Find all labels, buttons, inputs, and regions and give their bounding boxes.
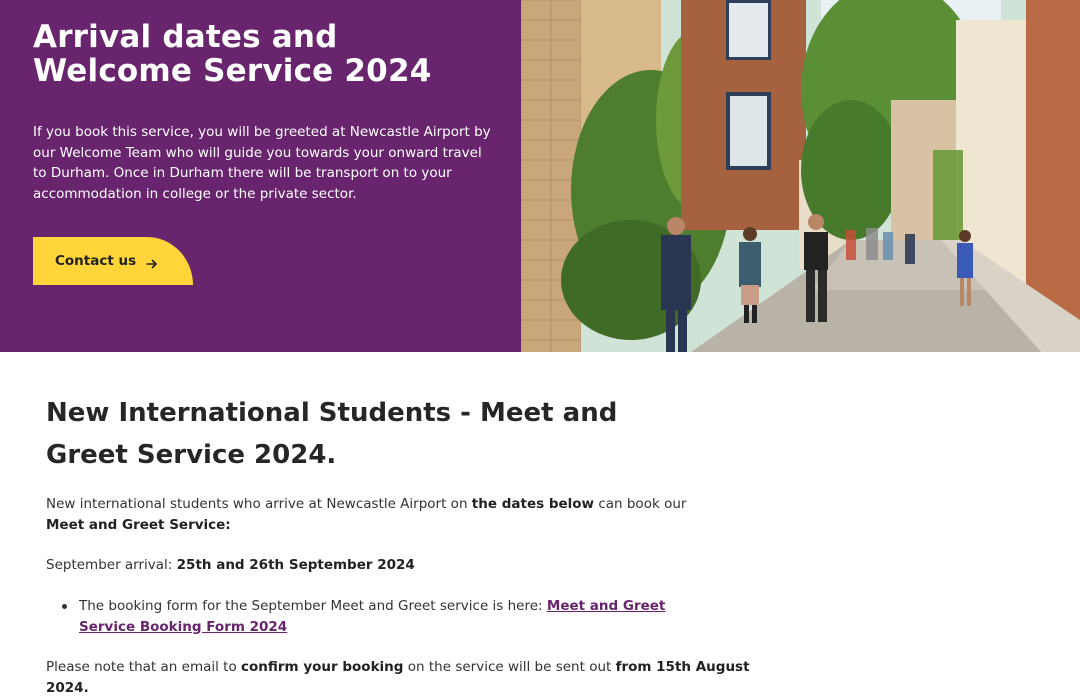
bullet-label: The booking form for the September Meet … xyxy=(79,598,547,614)
intro-paragraph: New international students who arrive at… xyxy=(46,494,726,535)
street-photo-illustration xyxy=(521,0,1080,352)
hero-description: If you book this service, you will be gr… xyxy=(33,124,491,202)
bullet-text: The booking form for the September Meet … xyxy=(79,596,702,637)
hero-panel: Arrival dates and Welcome Service 2024 I… xyxy=(0,0,521,352)
contact-us-button[interactable]: Contact us xyxy=(33,237,193,285)
arrival-paragraph: September arrival: 25th and 26th Septemb… xyxy=(46,555,726,576)
note-text-2: on the service will be sent out xyxy=(403,659,616,675)
arrival-label: September arrival: xyxy=(46,557,177,573)
arrow-right-icon xyxy=(146,255,158,269)
hero-banner: Arrival dates and Welcome Service 2024 I… xyxy=(0,0,1080,352)
main-content: New International Students - Meet and Gr… xyxy=(46,392,750,696)
intro-bold-dates: the dates below xyxy=(471,496,595,512)
contact-us-label: Contact us xyxy=(55,253,137,269)
list-item: The booking form for the September Meet … xyxy=(62,596,702,637)
arrival-dates: 25th and 26th September 2024 xyxy=(176,557,415,573)
note-bold-confirm: confirm your booking xyxy=(241,659,404,675)
intro-bold-service: Meet and Greet Service: xyxy=(46,516,231,533)
hero-title: Arrival dates and Welcome Service 2024 xyxy=(33,19,432,89)
hero-photo xyxy=(521,0,1080,352)
note-paragraph: Please note that an email to confirm you… xyxy=(46,657,766,698)
intro-text: New international students who arrive at… xyxy=(46,496,472,512)
bullet-dot xyxy=(62,604,67,609)
page-title: New International Students - Meet and Gr… xyxy=(46,398,618,470)
note-text: Please note that an email to xyxy=(46,659,241,675)
intro-text-2: can book our xyxy=(594,496,687,512)
